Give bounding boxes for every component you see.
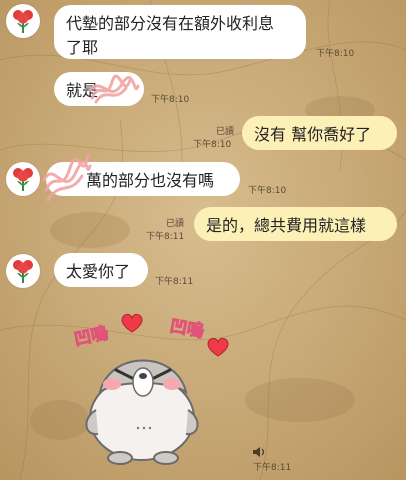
message-time: 下午8:10 <box>316 49 355 59</box>
sticker-text: 凹嗚 <box>168 315 205 342</box>
message-time: 下午8:10 <box>248 186 287 196</box>
message-bubble[interactable]: 是的，總共費用就這樣 <box>194 207 397 241</box>
message-time: 下午8:10 <box>193 140 232 150</box>
contact-avatar[interactable] <box>6 4 40 38</box>
red-flower-icon <box>13 168 33 191</box>
red-flower-icon <box>13 10 33 33</box>
message-time: 下午8:11 <box>155 277 194 287</box>
redaction-scribble <box>88 74 140 104</box>
contact-avatar[interactable] <box>6 162 40 196</box>
read-receipt: 已讀 <box>166 219 185 229</box>
sticker-text: 凹嗚 <box>72 322 110 350</box>
speaker-icon[interactable] <box>252 446 266 461</box>
message-time: 下午8:11 <box>146 232 185 242</box>
redaction-scribble <box>42 154 92 202</box>
message-text: 了耶 <box>66 38 99 57</box>
seal-sticker-icon[interactable]: 凹嗚 凹嗚 <box>60 300 240 470</box>
message-bubble[interactable]: 沒有 幫你喬好了 <box>242 116 397 150</box>
message-bubble[interactable]: 代墊的部分沒有在額外收利息 了耶 <box>54 5 306 59</box>
read-receipt: 已讀 <box>216 127 235 137</box>
contact-avatar[interactable] <box>6 254 40 288</box>
message-text: 太愛你了 <box>66 262 131 281</box>
message-text: 是的，總共費用就這樣 <box>206 216 367 235</box>
message-text: 萬的部分也沒有嗎 <box>86 171 215 190</box>
message-text: 代墊的部分沒有在額外收利息 <box>66 14 275 33</box>
red-flower-icon <box>13 260 33 283</box>
message-time: 下午8:11 <box>253 463 292 473</box>
message-text: 沒有 幫你喬好了 <box>254 125 372 144</box>
message-time: 下午8:10 <box>151 95 190 105</box>
message-bubble[interactable]: 太愛你了 <box>54 253 148 287</box>
